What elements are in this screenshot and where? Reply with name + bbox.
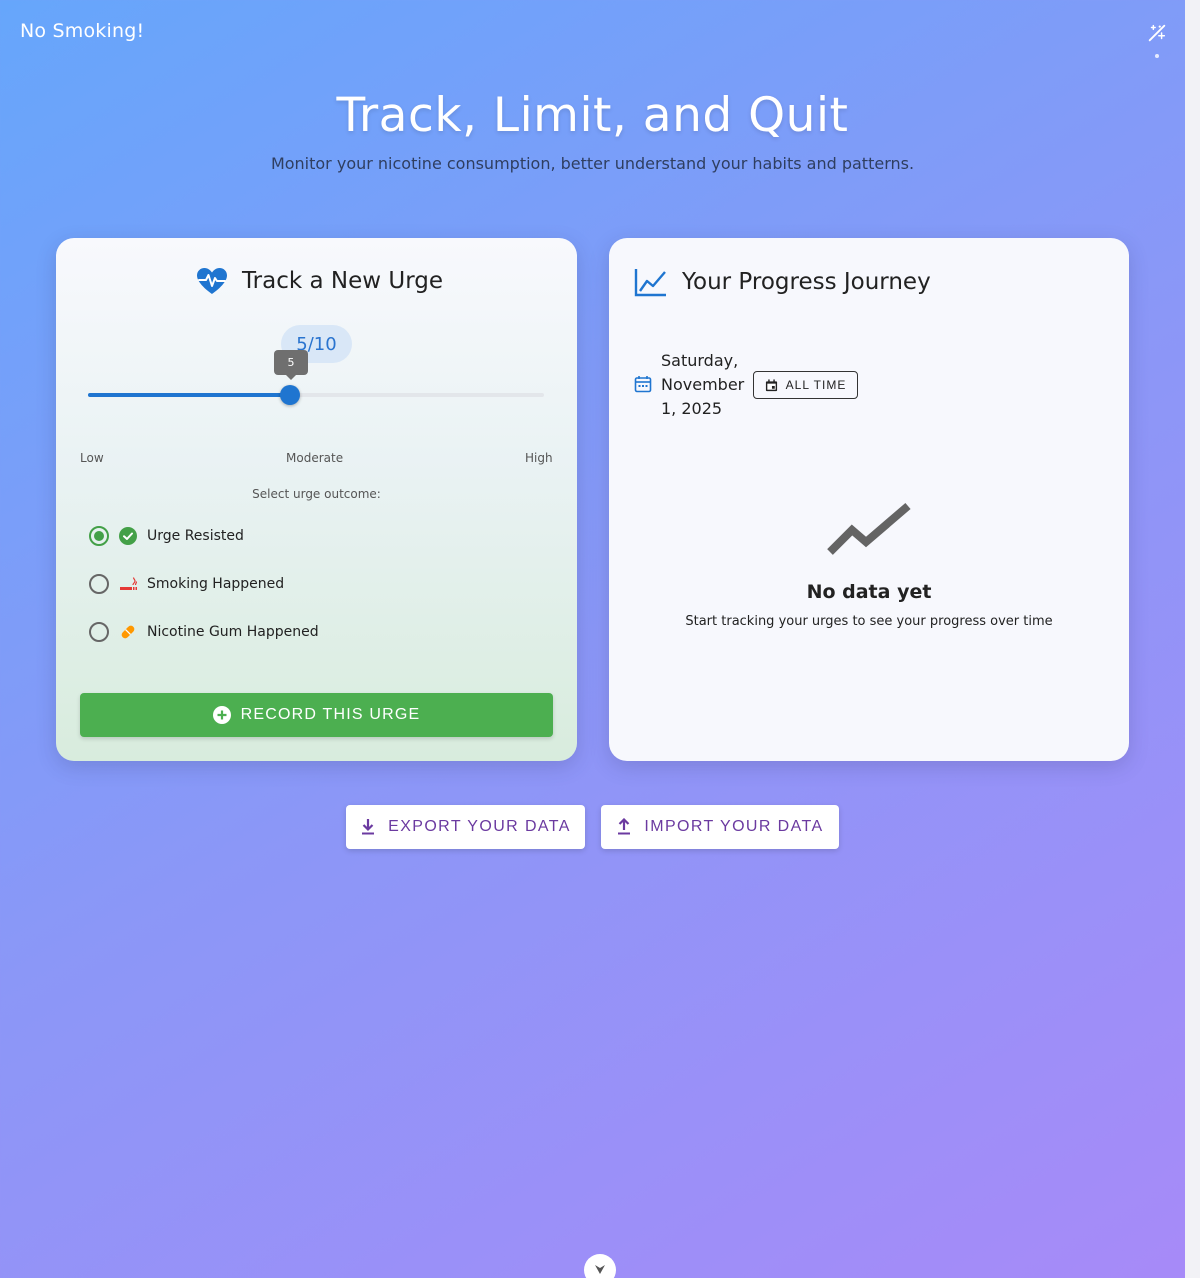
app-title: No Smoking! (20, 20, 145, 42)
heart-pulse-icon (197, 268, 227, 294)
outcome-option-smoking-happened[interactable]: Smoking Happened (89, 572, 284, 596)
theme-icon (1148, 24, 1166, 42)
upload-icon (618, 818, 631, 835)
scale-label-moderate: Moderate (286, 451, 344, 465)
hero-title: Track, Limit, and Quit (336, 88, 849, 143)
trending-up-icon (826, 500, 912, 562)
outcome-label: Smoking Happened (147, 576, 285, 592)
record-urge-button[interactable]: RECORD THIS URGE (80, 693, 553, 737)
slider-tooltip: 5 (274, 350, 308, 380)
outcome-label: Urge Resisted (147, 528, 244, 544)
export-data-label: EXPORT YOUR DATA (388, 818, 571, 835)
progress-card-header: Your Progress Journey (634, 267, 931, 297)
scrollbar-track[interactable] (1185, 0, 1200, 1278)
export-data-button[interactable]: EXPORT YOUR DATA (346, 805, 585, 849)
chart-line-icon (634, 269, 666, 297)
all-time-button[interactable]: ALL TIME (753, 371, 858, 399)
chevron-down-icon (595, 1265, 605, 1274)
bottom-sheet-handle[interactable] (584, 1254, 616, 1278)
empty-state-subtitle: Start tracking your urges to see your pr… (685, 614, 1053, 629)
outcome-option-nicotine-gum[interactable]: Nicotine Gum Happened (89, 620, 319, 644)
outcome-option-urge-resisted[interactable]: Urge Resisted (89, 524, 244, 548)
empty-state-title: No data yet (806, 581, 932, 603)
track-card-header: Track a New Urge (196, 267, 443, 295)
urge-intensity-slider-thumb[interactable] (279, 385, 300, 405)
track-card-title: Track a New Urge (242, 268, 444, 294)
progress-card-title: Your Progress Journey (682, 269, 931, 295)
check-circle-icon (119, 527, 137, 545)
radio-button[interactable] (89, 526, 109, 546)
record-urge-label: RECORD THIS URGE (240, 706, 421, 723)
download-icon (362, 819, 375, 835)
import-data-label: IMPORT YOUR DATA (644, 818, 824, 835)
hero-subtitle: Monitor your nicotine consumption, bette… (270, 154, 915, 173)
add-circle-icon (212, 706, 231, 724)
scale-label-low: Low (80, 451, 104, 465)
pill-icon (119, 623, 137, 641)
calendar-event-icon (765, 378, 777, 391)
slider-fill (88, 393, 290, 397)
all-time-label: ALL TIME (785, 378, 847, 392)
outcome-caption: Select urge outcome: (252, 487, 381, 501)
radio-button[interactable] (89, 622, 109, 642)
calendar-icon (634, 375, 652, 397)
scale-label-high: High (525, 451, 553, 465)
smoking-icon (119, 575, 137, 593)
theme-toggle-button[interactable] (1142, 18, 1172, 48)
outcome-label: Nicotine Gum Happened (147, 624, 319, 640)
indicator-dot (1155, 54, 1159, 58)
radio-button[interactable] (89, 574, 109, 594)
import-data-button[interactable]: IMPORT YOUR DATA (601, 805, 839, 849)
selected-date[interactable]: Saturday, November 1, 2025 (661, 349, 751, 421)
